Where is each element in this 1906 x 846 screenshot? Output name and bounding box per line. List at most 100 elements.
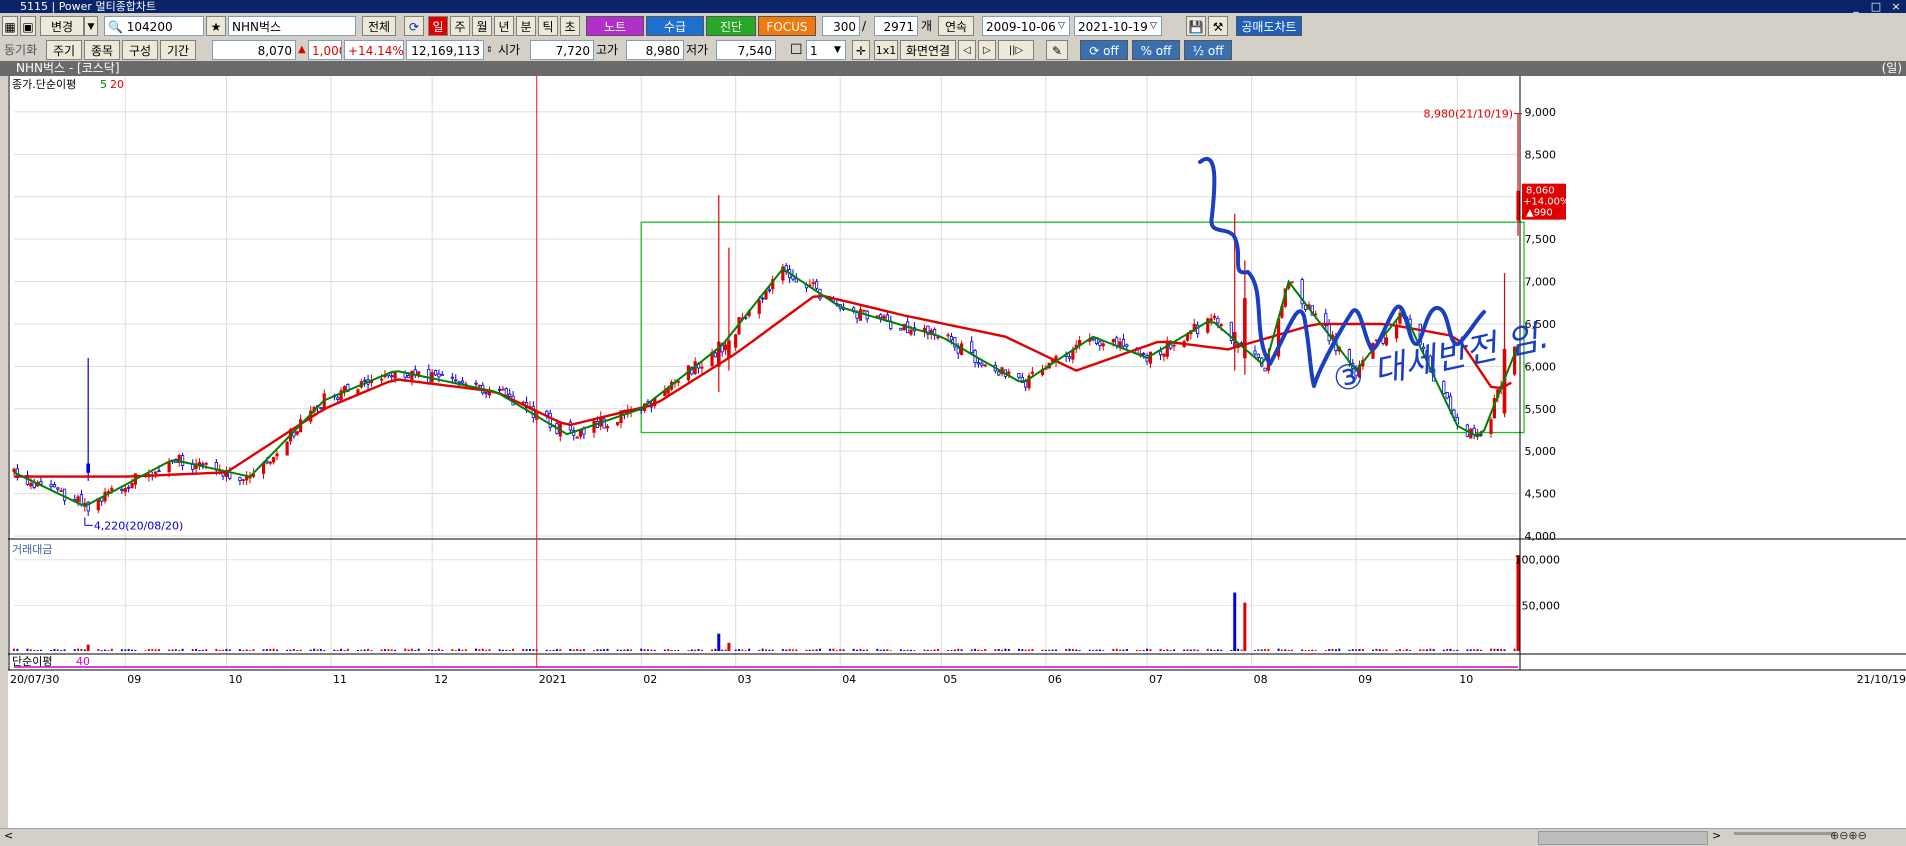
focus-button[interactable]: FOCUS (758, 16, 816, 36)
volume-bar (768, 649, 771, 651)
candle-body (949, 336, 954, 341)
start-date-dropdown-icon[interactable]: ▽ (1058, 16, 1070, 36)
spin-icon[interactable]: ⇕ (486, 40, 496, 60)
layout-icon[interactable]: ▦ (2, 16, 18, 36)
candle-body (437, 373, 441, 378)
all-button[interactable]: 전체 (362, 16, 396, 36)
volume-bar (222, 649, 225, 651)
volume-bar (1125, 648, 1128, 651)
high-marker-label: 8,980(21/10/19) (1424, 108, 1513, 121)
play-icon[interactable]: ||▷ (998, 40, 1034, 60)
stock-name-field[interactable]: NHN벅스 (228, 16, 356, 36)
scroll-left-icon[interactable]: < (4, 829, 13, 842)
volume-bar (1230, 649, 1233, 651)
favorite-star-icon[interactable]: ★ (206, 16, 226, 36)
pen-icon[interactable]: ✎ (1046, 40, 1068, 60)
volume-bar (124, 649, 127, 651)
candle-body (1209, 318, 1213, 321)
split-dropdown-icon[interactable]: ▼ (834, 40, 846, 60)
axes: 20/07/30 09 10 11 12 2021 02 03 04 05 06 07 08 09 10 21… (8, 76, 1906, 686)
candle-body (1115, 337, 1119, 347)
volume-bar (346, 648, 349, 651)
window-icon[interactable]: ▣ (20, 16, 36, 36)
zoom-icons[interactable]: ⊕⊖⊕⊖ (1830, 829, 1867, 842)
scroll-thumb[interactable] (1538, 831, 1708, 845)
volume-bar (1071, 648, 1074, 651)
zoom-slider[interactable] (1734, 832, 1834, 835)
refresh-icon[interactable]: ⟳ (404, 16, 424, 36)
tab-second[interactable]: 초 (560, 16, 580, 36)
candle-body (86, 463, 90, 473)
candle-body (1327, 323, 1331, 342)
volume-bar (205, 649, 208, 651)
note-button[interactable]: 노트 (586, 16, 644, 36)
tab-year[interactable]: 년 (494, 16, 514, 36)
screen-link-button[interactable]: 화면연결 (900, 40, 956, 60)
supply-button[interactable]: 수급 (646, 16, 704, 36)
diagnosis-button[interactable]: 진단 (706, 16, 756, 36)
crosshair-icon[interactable]: ✛ (852, 40, 870, 60)
volume-bar (1028, 649, 1031, 651)
candle-body (110, 487, 114, 491)
volume-bar (829, 648, 832, 651)
candle-body (575, 436, 579, 439)
candle-body (1165, 341, 1169, 357)
y-tick-label: 5,500 (1525, 403, 1557, 416)
volume-bar (815, 649, 818, 651)
tab-day[interactable]: 일 (428, 16, 448, 36)
tab-minute[interactable]: 분 (516, 16, 536, 36)
save-icon[interactable]: 💾 (1186, 16, 1206, 36)
fraction-icon: ½ (1192, 44, 1208, 58)
cycle-button[interactable]: 주기 (46, 40, 82, 60)
toggle-3[interactable]: ½ off (1184, 40, 1232, 60)
volume-bar (619, 649, 622, 651)
end-date-input[interactable]: 2021-10-19 (1074, 16, 1162, 36)
count-input[interactable]: 300 (822, 16, 860, 36)
candle-body (1030, 371, 1035, 374)
volume-bar (178, 650, 181, 651)
volume-bar (1419, 649, 1422, 651)
checkbox-icon[interactable]: ☐ (790, 40, 804, 60)
ratio-button[interactable]: 1x1 (874, 40, 898, 60)
tab-month[interactable]: 월 (472, 16, 492, 36)
maximize-icon[interactable]: □ (1866, 0, 1886, 13)
volume-bar (333, 649, 336, 651)
volume-bar (1301, 649, 1304, 651)
volume-bar (53, 648, 56, 651)
candle-body (393, 371, 397, 379)
volume-bar (394, 649, 397, 651)
item-button[interactable]: 종목 (84, 40, 120, 60)
compose-button[interactable]: 구성 (122, 40, 158, 60)
short-sell-chart-button[interactable]: 공매도차트 (1236, 16, 1302, 36)
tab-tick[interactable]: 틱 (538, 16, 558, 36)
volume-bar (522, 648, 525, 651)
price-chart-svg[interactable]: 20/07/30 09 10 11 12 2021 02 03 04 05 06 07 08 09 10 21… (8, 76, 1906, 828)
start-date-input[interactable]: 2009-10-06 (982, 16, 1070, 36)
change-button[interactable]: 변경 (40, 16, 84, 36)
continuous-button[interactable]: 연속 (938, 16, 974, 36)
volume-bar (1493, 648, 1496, 651)
volume-bar (950, 649, 953, 651)
toggle-2[interactable]: % off (1132, 40, 1180, 60)
scroll-right-icon[interactable]: > (1712, 829, 1721, 842)
minimize-icon[interactable]: _ (1846, 0, 1866, 13)
volume-bar (812, 649, 815, 651)
code-input[interactable]: 🔍 104200 (104, 16, 204, 36)
volume-bar (593, 650, 596, 651)
period-button[interactable]: 기간 (160, 40, 196, 60)
volume-bar (498, 649, 501, 651)
toggle-1[interactable]: ⟳ off (1080, 40, 1128, 60)
close-icon[interactable]: × (1886, 0, 1906, 13)
prev-icon[interactable]: ◁ (958, 40, 976, 60)
horizontal-scrollbar[interactable]: < > ⊕⊖⊕⊖ (0, 828, 1906, 846)
next-icon[interactable]: ▷ (978, 40, 996, 60)
chart-area[interactable]: 20/07/30 09 10 11 12 2021 02 03 04 05 06 07 08 09 10 21… (8, 76, 1906, 828)
tools-icon[interactable]: ⚒ (1208, 16, 1228, 36)
volume-bar (309, 649, 312, 651)
tab-week[interactable]: 주 (450, 16, 470, 36)
end-date-dropdown-icon[interactable]: ▽ (1150, 16, 1162, 36)
volume-bar (1324, 650, 1327, 651)
volume-bar (734, 649, 737, 651)
change-dropdown-icon[interactable]: ▼ (84, 16, 98, 36)
volume-bar (582, 648, 585, 651)
